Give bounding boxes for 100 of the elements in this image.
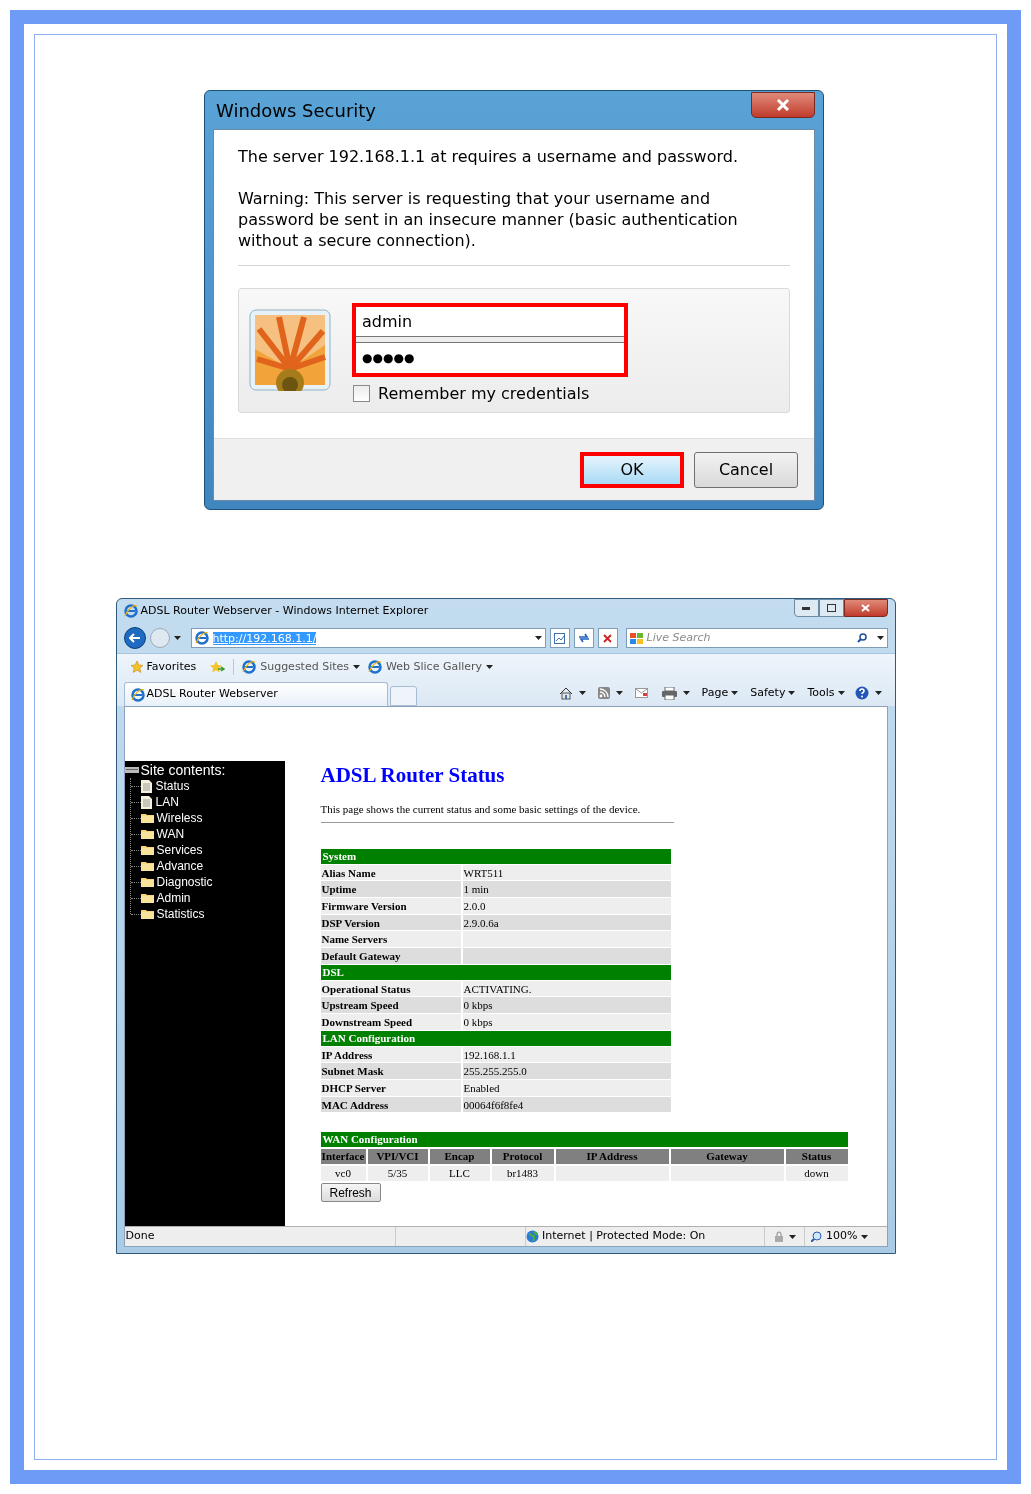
table-cell: MAC Address xyxy=(320,1096,461,1113)
sidebar-item[interactable]: Advance xyxy=(156,859,204,873)
sidebar-item[interactable]: Wireless xyxy=(156,811,203,825)
favorites-link[interactable]: Web Slice Gallery xyxy=(386,658,483,676)
caret-icon xyxy=(874,691,882,695)
checkbox-label: Remember my credentials xyxy=(378,383,590,404)
refresh-icon xyxy=(577,633,590,643)
table-cell: Operational Status xyxy=(320,980,461,997)
print-icon xyxy=(661,686,677,700)
window-title: Windows Security xyxy=(216,98,376,123)
folder-icon xyxy=(140,893,154,903)
table-cell: 2.9.0.6a xyxy=(462,914,671,931)
page-description: This page shows the current status and some basic settings of the device. xyxy=(320,801,674,823)
table-cell: LLC xyxy=(429,1166,490,1182)
close-button[interactable] xyxy=(751,92,815,118)
close-icon xyxy=(776,99,790,111)
back-button[interactable] xyxy=(123,627,146,649)
caret-icon xyxy=(861,1234,869,1239)
minimize-icon xyxy=(802,606,810,610)
sidebar-item[interactable]: Status xyxy=(155,779,190,793)
sidebar-item[interactable]: Admin xyxy=(156,891,191,905)
column-header: VPI/VCI xyxy=(367,1149,428,1165)
table-cell: Enabled xyxy=(462,1080,671,1096)
back-arrow-icon xyxy=(128,633,141,643)
sidebar-heading: Site contents: xyxy=(140,762,226,778)
folder-icon xyxy=(140,813,154,823)
column-header: IP Address xyxy=(555,1149,669,1165)
message-text: The server 192.168.1.1 at requires a username and password. xyxy=(238,146,740,167)
zone-text: Internet | Protected Mode: On xyxy=(541,1228,706,1245)
caret-icon xyxy=(173,636,181,640)
table-cell: Name Servers xyxy=(320,931,461,947)
table-cell: 255.255.255.0 xyxy=(462,1063,671,1080)
table-cell: 00064f6f8fe4 xyxy=(462,1096,671,1113)
caret-icon xyxy=(731,691,739,695)
table-cell: 192.168.1.1 xyxy=(462,1046,671,1063)
globe-icon xyxy=(525,1230,539,1243)
maximize-button[interactable] xyxy=(818,599,844,617)
browser-tab[interactable]: ADSL Router Webserver xyxy=(123,682,388,706)
table-cell: Subnet Mask xyxy=(320,1063,461,1080)
table-cell: DSP Version xyxy=(320,914,461,931)
command-menu[interactable]: Tools xyxy=(807,684,845,702)
e-logo-icon xyxy=(130,687,145,702)
stop-button[interactable] xyxy=(597,628,618,648)
refresh-button[interactable] xyxy=(573,628,594,648)
home-icon xyxy=(558,686,573,700)
table-cell: Firmware Version xyxy=(320,897,461,914)
search-placeholder: Live Search xyxy=(646,629,711,646)
table-cell: Uptime xyxy=(320,881,461,897)
password-field[interactable]: ●●●●● xyxy=(356,343,624,373)
sidebar-item[interactable]: Diagnostic xyxy=(156,875,213,889)
star-icon xyxy=(129,660,144,674)
search-icon xyxy=(856,633,867,643)
close-button[interactable] xyxy=(843,599,888,617)
command-menu[interactable]: Safety xyxy=(750,684,796,702)
caret-icon xyxy=(876,636,884,640)
close-icon xyxy=(861,604,870,612)
e-logo-icon xyxy=(123,604,138,618)
folder-icon xyxy=(140,861,154,871)
zoom-level: 100% xyxy=(826,1228,858,1245)
username-field[interactable]: admin xyxy=(356,307,624,337)
caret-icon xyxy=(789,1234,797,1239)
column-header: Status xyxy=(785,1149,848,1165)
sidebar-item[interactable]: Statistics xyxy=(156,907,205,921)
table-cell: vc0 xyxy=(320,1166,366,1182)
address-text: http://192.168.1.1/ xyxy=(212,631,317,645)
command-menu[interactable]: Page xyxy=(701,684,739,702)
column-header: Protocol xyxy=(491,1149,554,1165)
sidebar-item[interactable]: Services xyxy=(156,843,203,857)
page-heading: ADSL Router Status xyxy=(320,763,506,787)
table-cell: IP Address xyxy=(320,1046,461,1063)
window-title: ADSL Router Webserver - Windows Internet Explorer xyxy=(140,602,429,619)
e-logo-icon xyxy=(368,660,383,674)
compatibility-button[interactable] xyxy=(549,628,570,648)
folder-icon xyxy=(140,845,154,855)
table-cell: Upstream Speed xyxy=(320,997,461,1013)
column-header: Gateway xyxy=(670,1149,784,1165)
table-cell: 1 min xyxy=(462,881,671,897)
minimize-button[interactable] xyxy=(793,599,819,617)
zoom-icon xyxy=(811,1231,823,1242)
windows-flag-icon xyxy=(629,632,643,644)
favorites-link[interactable]: Suggested Sites xyxy=(260,658,350,676)
caret-icon xyxy=(615,691,623,695)
warning-text: Warning: This server is requesting that your username and password be sent in an insecure manner (basic authentication without a secure connection). xyxy=(238,188,739,251)
section-header: WAN Configuration xyxy=(320,1132,848,1148)
favorites-button[interactable]: Favorites xyxy=(146,658,197,676)
sidebar-item[interactable]: LAN xyxy=(155,795,179,809)
table-cell: DHCP Server xyxy=(320,1080,461,1096)
search-field[interactable]: Live Search xyxy=(625,628,888,648)
table-cell: ACTIVATING. xyxy=(462,980,671,997)
refresh-button[interactable]: Refresh xyxy=(320,1183,381,1203)
dialog-button[interactable]: OK xyxy=(580,451,684,488)
table-cell: 0 kbps xyxy=(462,1014,671,1030)
stop-icon xyxy=(603,633,612,643)
table-cell: Default Gateway xyxy=(320,947,461,964)
checkbox[interactable] xyxy=(353,385,370,402)
table-cell: Downstream Speed xyxy=(320,1014,461,1030)
caret-icon xyxy=(837,691,845,695)
dialog-button[interactable]: Cancel xyxy=(694,451,798,488)
column-header: Interface xyxy=(320,1149,366,1165)
sidebar-item[interactable]: WAN xyxy=(156,827,185,841)
